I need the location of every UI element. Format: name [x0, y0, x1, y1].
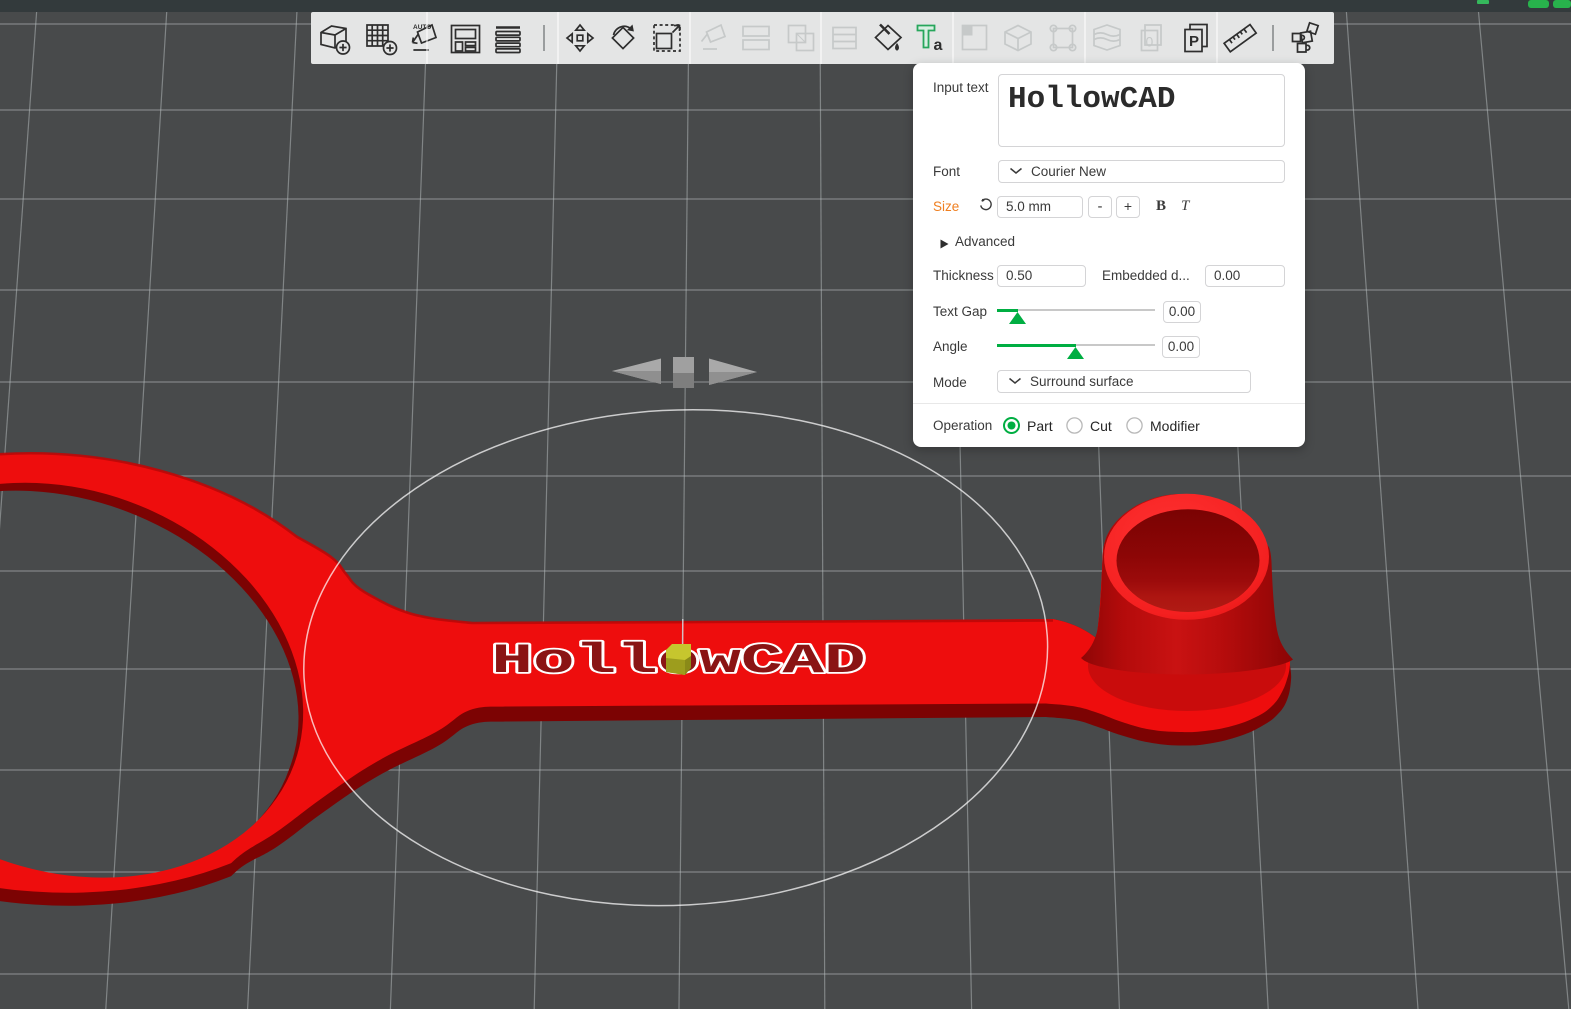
svg-text:0: 0 — [1146, 34, 1154, 50]
svg-text:a: a — [934, 37, 943, 54]
svg-text:AUTO: AUTO — [413, 24, 431, 31]
svg-text:P: P — [1189, 33, 1199, 50]
